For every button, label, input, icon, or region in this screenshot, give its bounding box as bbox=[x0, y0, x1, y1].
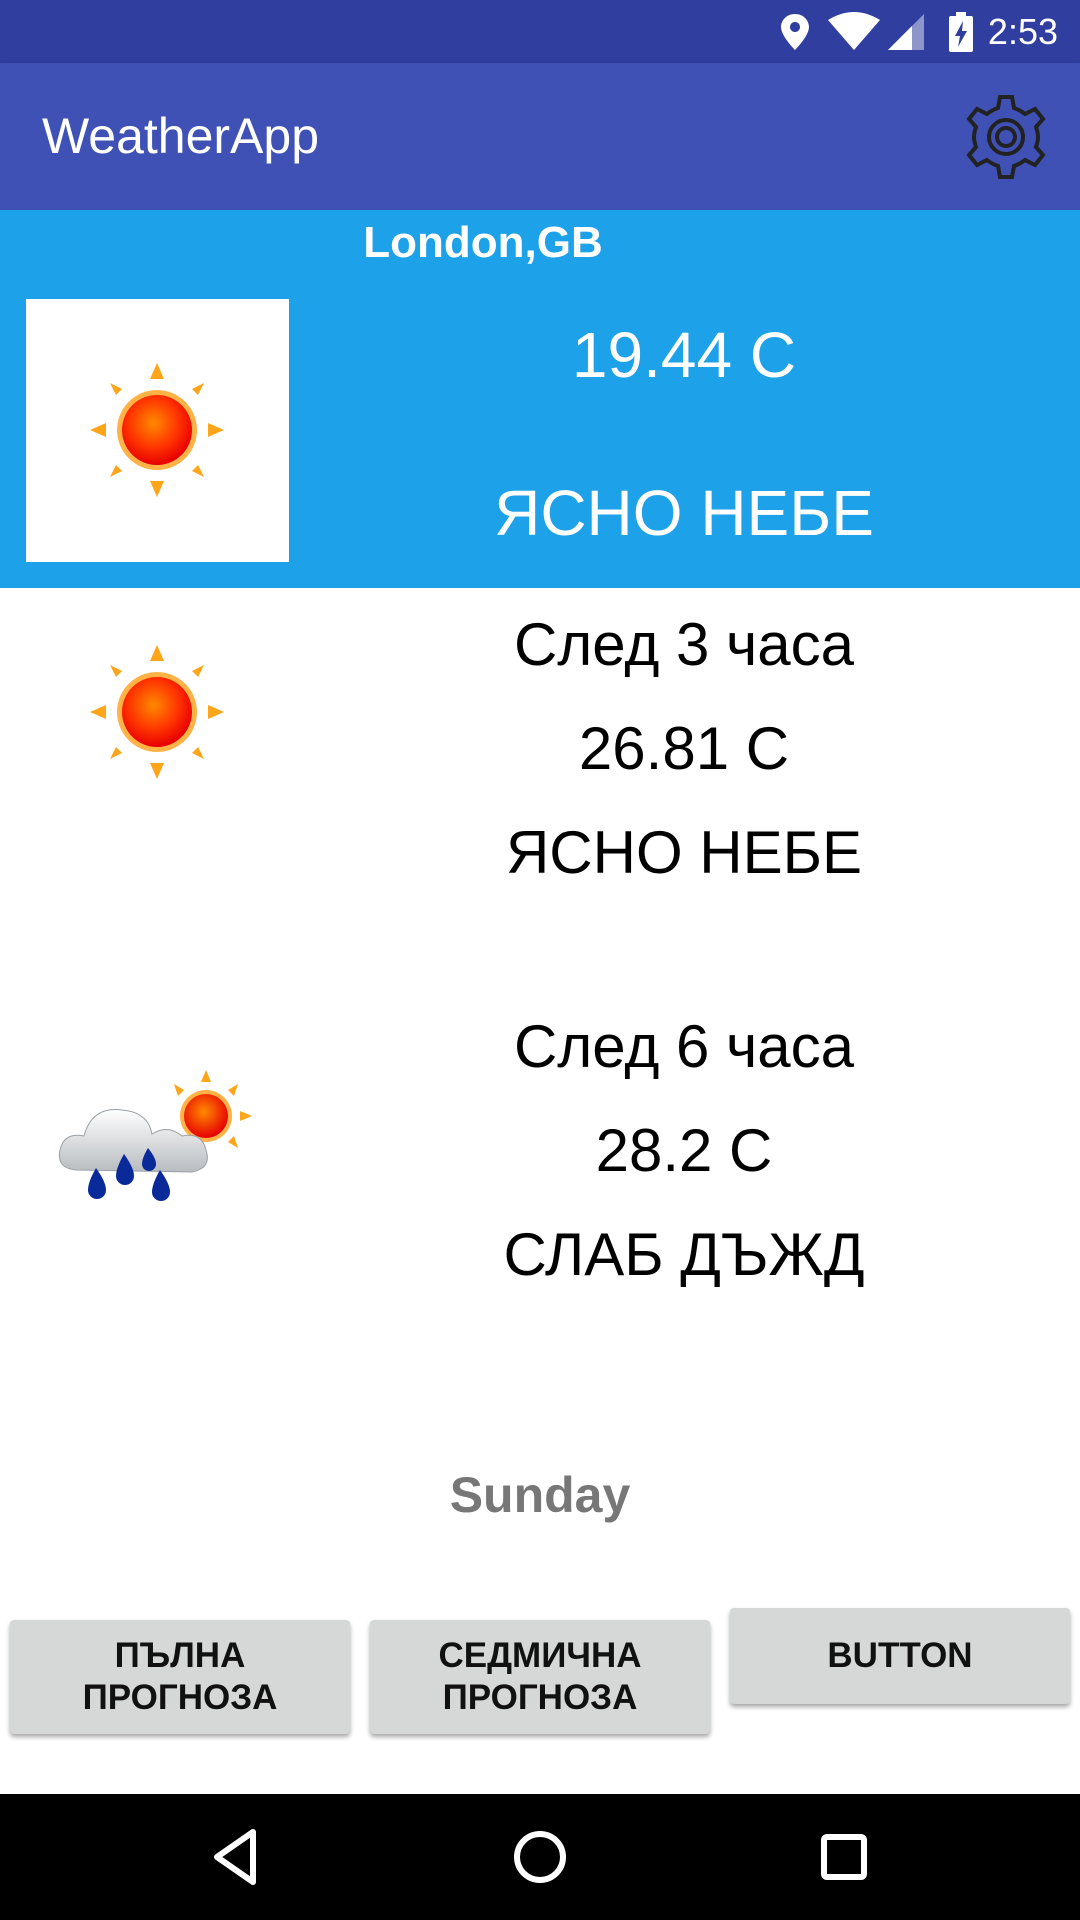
light-rain-icon bbox=[58, 1070, 252, 1201]
button-label-line: СЕДМИЧНА bbox=[438, 1636, 642, 1675]
back-icon bbox=[214, 1829, 256, 1885]
current-weather-panel: London,GB 19.44 C ЯСНО НЕБЕ bbox=[0, 210, 1080, 588]
recents-icon bbox=[821, 1834, 867, 1880]
app-bar: WeatherApp bbox=[0, 63, 1080, 210]
status-bar: 2:53 bbox=[0, 0, 1080, 63]
button-label-line: ПРОГНОЗА bbox=[82, 1678, 278, 1717]
city-name: London,GB bbox=[363, 218, 603, 267]
settings-button[interactable] bbox=[960, 91, 1052, 183]
button-label-line: ПЪЛНА bbox=[114, 1636, 246, 1675]
forecast-label: След 6 часа bbox=[513, 1013, 855, 1080]
button-label: BUTTON bbox=[827, 1636, 973, 1675]
recents-button[interactable] bbox=[811, 1824, 877, 1890]
forecast-temperature: 26.81 C bbox=[578, 715, 790, 782]
forecast-description: СЛАБ ДЪЖД bbox=[503, 1221, 865, 1288]
status-time: 2:53 bbox=[987, 10, 1058, 52]
button-label-line: ПРОГНОЗА bbox=[442, 1678, 638, 1717]
forecast-temperature: 28.2 C bbox=[595, 1117, 773, 1184]
day-label: Sunday bbox=[449, 1467, 631, 1523]
back-button[interactable] bbox=[203, 1824, 269, 1890]
current-weather-icon-box bbox=[26, 299, 289, 562]
forecast-description: ЯСНО НЕБЕ bbox=[505, 819, 863, 886]
wifi-icon bbox=[827, 11, 880, 50]
gear-icon bbox=[966, 95, 1046, 179]
status-icons: 2:53 bbox=[778, 0, 1058, 63]
sun-icon bbox=[90, 363, 224, 497]
app-title: WeatherApp bbox=[42, 108, 320, 164]
current-description: ЯСНО НЕБЕ bbox=[494, 477, 874, 549]
forecast-item: След 3 часа 26.81 C ЯСНО НЕБЕ bbox=[0, 588, 1080, 918]
forecast-item: След 6 часа 28.2 C СЛАБ ДЪЖД bbox=[0, 990, 1080, 1320]
location-icon bbox=[780, 13, 809, 50]
home-button[interactable] bbox=[507, 1824, 573, 1890]
generic-button[interactable]: BUTTON bbox=[730, 1608, 1070, 1704]
home-icon bbox=[514, 1831, 566, 1883]
weekly-forecast-button[interactable]: СЕДМИЧНА ПРОГНОЗА bbox=[370, 1620, 710, 1734]
current-temperature: 19.44 C bbox=[571, 319, 797, 391]
sun-icon bbox=[90, 645, 224, 779]
cell-signal-icon bbox=[887, 13, 924, 50]
forecast-label: След 3 часа bbox=[513, 611, 855, 678]
full-forecast-button[interactable]: ПЪЛНА ПРОГНОЗА bbox=[10, 1620, 350, 1734]
navigation-bar bbox=[0, 1794, 1080, 1920]
battery-charging-icon bbox=[948, 11, 973, 52]
